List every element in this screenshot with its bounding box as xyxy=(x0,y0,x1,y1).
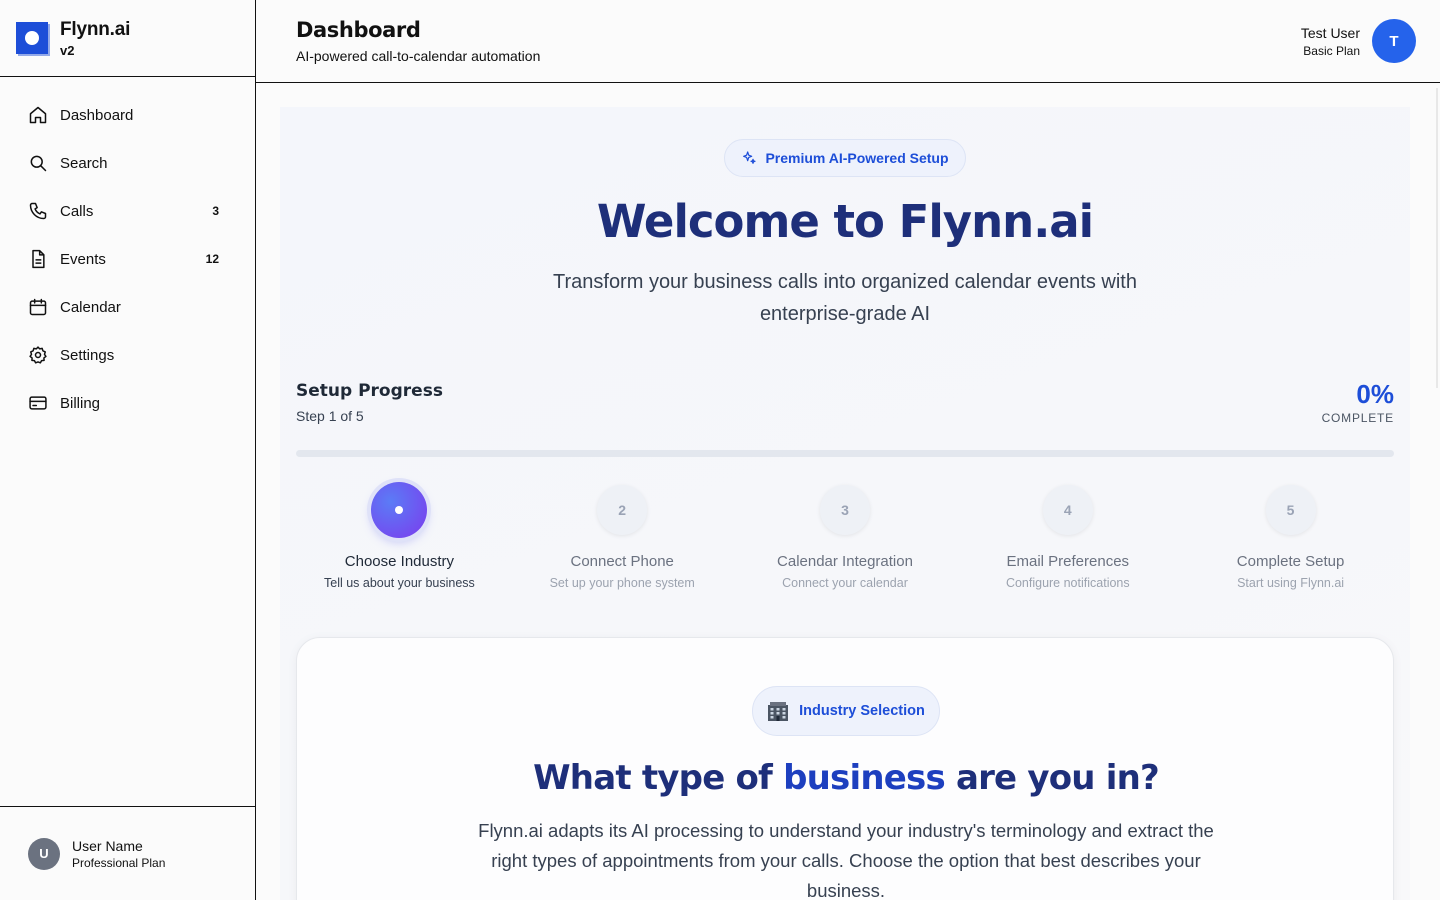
step-indicator: 5 xyxy=(1265,485,1316,535)
sidebar-item-label: Calls xyxy=(60,202,94,220)
avatar[interactable]: T xyxy=(1372,19,1416,63)
calls-count-badge: 3 xyxy=(212,204,219,218)
sparkles-icon xyxy=(743,151,757,164)
step-description: Start using Flynn.ai xyxy=(1237,576,1345,590)
search-icon xyxy=(28,153,48,173)
setup-progress-complete-label: COMPLETE xyxy=(1321,411,1394,425)
step-description: Connect your calendar xyxy=(782,576,908,590)
step-complete-setup[interactable]: 5 Complete Setup Start using Flynn.ai xyxy=(1179,485,1402,590)
brand-logo-icon xyxy=(16,22,48,54)
premium-setup-badge: Premium AI-Powered Setup xyxy=(724,139,966,177)
events-count-badge: 12 xyxy=(205,252,219,266)
avatar: U xyxy=(28,837,60,870)
step-name: Choose Industry xyxy=(344,553,455,570)
sidebar-item-calls[interactable]: Calls 3 xyxy=(0,187,255,235)
step-name: Complete Setup xyxy=(1236,553,1345,570)
page-title: Dashboard xyxy=(296,18,421,42)
step-description: Set up your phone system xyxy=(549,576,695,590)
step-choose-industry[interactable]: Choose Industry Tell us about your busin… xyxy=(288,482,511,590)
sidebar-item-billing[interactable]: Billing xyxy=(0,379,255,427)
step-connect-phone[interactable]: 2 Connect Phone Set up your phone system xyxy=(511,485,734,590)
industry-selection-label: Industry Selection xyxy=(799,703,925,719)
header-user-name: Test User xyxy=(1300,24,1360,41)
sidebar-item-events[interactable]: Events 12 xyxy=(0,235,255,283)
setup-step-indicator: Step 1 of 5 xyxy=(296,408,364,424)
gear-icon xyxy=(28,345,48,365)
calendar-icon xyxy=(28,297,48,317)
document-icon xyxy=(28,249,48,269)
brand-version: v2 xyxy=(60,42,75,58)
setup-progress-percent: 0% xyxy=(1356,379,1394,409)
step-indicator: 2 xyxy=(597,485,648,535)
sidebar-item-settings[interactable]: Settings xyxy=(0,331,255,379)
step-name: Calendar Integration xyxy=(777,553,913,570)
home-icon xyxy=(28,105,48,125)
setup-steps: Choose Industry Tell us about your busin… xyxy=(288,482,1402,590)
phone-icon xyxy=(28,201,48,221)
step-calendar-integration[interactable]: 3 Calendar Integration Connect your cale… xyxy=(734,485,957,590)
sidebar-nav: Dashboard Search Calls 3 Events 12 Calen… xyxy=(0,77,255,427)
step-indicator xyxy=(371,482,428,538)
step-name: Connect Phone xyxy=(570,553,674,570)
step-description: Configure notifications xyxy=(1005,576,1130,590)
page-subtitle: AI-powered call-to-calendar automation xyxy=(296,48,541,64)
sidebar-user[interactable]: U User Name Professional Plan xyxy=(0,806,255,900)
sidebar-item-label: Settings xyxy=(60,346,115,364)
setup-progress-bar xyxy=(296,450,1394,457)
step-indicator: 4 xyxy=(1042,485,1093,535)
office-building-icon xyxy=(768,702,789,721)
step-name: Email Preferences xyxy=(1006,553,1130,570)
industry-description: Flynn.ai adapts its AI processing to und… xyxy=(478,820,1214,900)
step-indicator: 3 xyxy=(819,485,870,535)
sidebar-item-calendar[interactable]: Calendar xyxy=(0,283,255,331)
step-email-preferences[interactable]: 4 Email Preferences Configure notificati… xyxy=(956,485,1179,590)
sidebar-item-dashboard[interactable]: Dashboard xyxy=(0,91,255,139)
scrollbar[interactable] xyxy=(1436,88,1438,388)
heading-part: are you in? xyxy=(955,758,1160,798)
sidebar-user-name: User Name xyxy=(72,837,143,854)
step-description: Tell us about your business xyxy=(324,576,475,590)
sidebar-item-label: Events xyxy=(60,250,106,268)
setup-progress-title: Setup Progress xyxy=(296,381,443,401)
sidebar-item-label: Dashboard xyxy=(60,106,134,124)
industry-selection-card: Industry Selection What type of business… xyxy=(296,637,1394,900)
welcome-tagline: Transform your business calls into organ… xyxy=(553,271,1137,325)
credit-card-icon xyxy=(28,393,48,413)
onboarding-panel: Premium AI-Powered Setup Welcome to Flyn… xyxy=(280,107,1410,900)
industry-question-heading: What type of business are you in? xyxy=(297,758,1395,798)
welcome-heading: Welcome to Flynn.ai xyxy=(596,195,1094,248)
brand-name: Flynn.ai xyxy=(60,18,131,40)
heading-highlight: business xyxy=(783,758,946,798)
sidebar-item-label: Search xyxy=(60,154,108,172)
premium-setup-label: Premium AI-Powered Setup xyxy=(765,150,949,166)
brand[interactable]: Flynn.ai v2 xyxy=(0,0,255,77)
industry-selection-badge: Industry Selection xyxy=(752,686,940,736)
header-user-plan: Basic Plan xyxy=(1303,43,1360,58)
sidebar-item-label: Calendar xyxy=(60,298,121,316)
sidebar-item-search[interactable]: Search xyxy=(0,139,255,187)
top-header: Dashboard AI-powered call-to-calendar au… xyxy=(256,0,1440,83)
heading-part: What type of xyxy=(533,758,773,798)
sidebar-item-label: Billing xyxy=(60,394,101,412)
sidebar-user-plan: Professional Plan xyxy=(72,855,166,870)
sidebar: Flynn.ai v2 Dashboard Search Calls 3 Eve… xyxy=(0,0,256,900)
header-user-menu[interactable]: Test User Basic Plan T xyxy=(1301,19,1416,63)
